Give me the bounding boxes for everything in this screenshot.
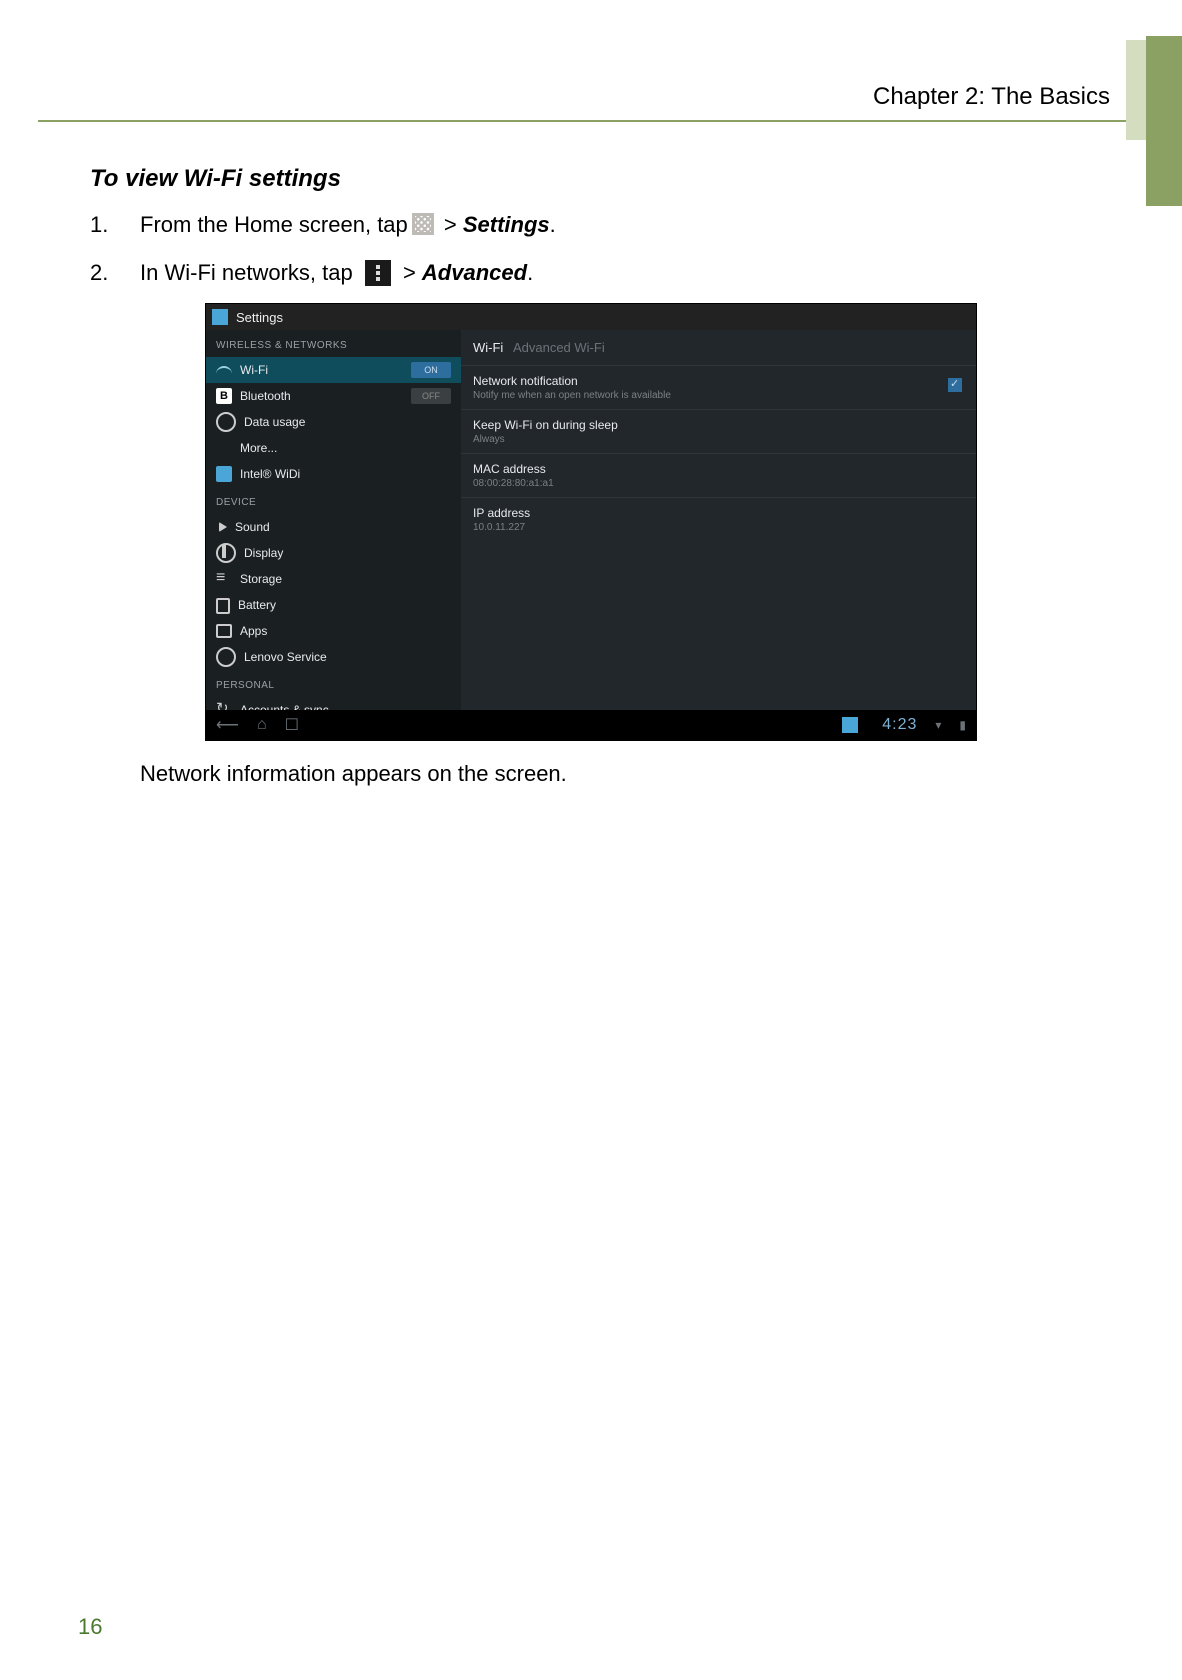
step-2-tail: . <box>527 260 533 285</box>
bluetooth-icon: B <box>216 388 232 404</box>
side-tab-light <box>1126 40 1146 140</box>
blank-icon <box>216 440 232 456</box>
opt-sub: 10.0.11.227 <box>473 522 964 533</box>
notification-icon[interactable] <box>842 717 858 733</box>
home-icon[interactable]: ⌂ <box>257 716 267 734</box>
clock: 4:23 <box>882 716 917 734</box>
step-1-bold: Settings <box>463 212 550 237</box>
checkbox-checked-icon[interactable] <box>948 378 962 392</box>
step-number: 1. <box>90 207 140 243</box>
accounts-label: Accounts & sync <box>240 703 329 710</box>
battery-status-icon: ▮ <box>959 718 966 732</box>
step-1-tail: . <box>550 212 556 237</box>
sync-icon <box>216 702 232 710</box>
crumb-wifi[interactable]: Wi-Fi <box>473 340 503 355</box>
sidebar-item-sound[interactable]: Sound <box>206 514 461 540</box>
page-number: 16 <box>78 1614 102 1640</box>
sidebar-item-bluetooth[interactable]: B Bluetooth OFF <box>206 383 461 409</box>
system-bar: ⟵ ⌂ ☐ 4:23 ▾ ▮ <box>206 710 976 740</box>
step-2: 2. In Wi-Fi networks, tap > Advanced. <box>90 255 1082 291</box>
step-1-pre: From the Home screen, tap <box>140 212 408 237</box>
opt-title: MAC address <box>473 462 964 476</box>
data-label: Data usage <box>244 415 305 429</box>
opt-ip-address: IP address 10.0.11.227 <box>461 497 976 541</box>
settings-body: WIRELESS & NETWORKS Wi-Fi ON B Bluetooth… <box>206 330 976 710</box>
step-2-sep: > <box>397 260 422 285</box>
group-wireless: WIRELESS & NETWORKS <box>206 330 461 357</box>
sidebar-item-more[interactable]: More... <box>206 435 461 461</box>
opt-mac-address: MAC address 08:00:28:80:a1:a1 <box>461 453 976 497</box>
settings-title: Settings <box>236 310 283 325</box>
section-title: To view Wi-Fi settings <box>90 165 1082 193</box>
sidebar-item-storage[interactable]: Storage <box>206 566 461 592</box>
wifi-toggle[interactable]: ON <box>411 362 451 378</box>
step-2-pre: In Wi-Fi networks, tap <box>140 260 359 285</box>
storage-label: Storage <box>240 572 282 586</box>
page: Chapter 2: The Basics To view Wi-Fi sett… <box>0 0 1182 1680</box>
storage-icon <box>216 571 232 587</box>
opt-sub: 08:00:28:80:a1:a1 <box>473 478 964 489</box>
settings-app-icon <box>212 309 228 325</box>
battery-icon <box>216 598 230 614</box>
wifi-icon <box>216 362 232 378</box>
settings-titlebar: Settings <box>206 304 976 330</box>
step-number: 2. <box>90 255 140 291</box>
step-text: From the Home screen, tap > Settings. <box>140 207 1082 243</box>
apps-label: Apps <box>240 624 267 638</box>
opt-network-notification[interactable]: Network notification Notify me when an o… <box>461 365 976 409</box>
sidebar-item-widi[interactable]: Intel® WiDi <box>206 461 461 487</box>
wifi-label: Wi-Fi <box>240 363 268 377</box>
back-icon[interactable]: ⟵ <box>216 715 239 735</box>
lenovo-icon <box>216 647 236 667</box>
caption: Network information appears on the scree… <box>140 761 1082 787</box>
apps-grid-icon <box>412 213 434 235</box>
opt-title: IP address <box>473 506 964 520</box>
data-usage-icon <box>216 412 236 432</box>
display-label: Display <box>244 546 283 560</box>
lenovo-label: Lenovo Service <box>244 650 327 664</box>
wifi-status-icon: ▾ <box>935 718 941 732</box>
sound-label: Sound <box>235 520 270 534</box>
widi-icon <box>216 466 232 482</box>
settings-sidebar: WIRELESS & NETWORKS Wi-Fi ON B Bluetooth… <box>206 330 461 710</box>
opt-title: Network notification <box>473 374 964 388</box>
crumb-advanced: Advanced Wi-Fi <box>513 340 605 355</box>
display-icon <box>216 543 236 563</box>
bluetooth-toggle[interactable]: OFF <box>411 388 451 404</box>
battery-label: Battery <box>238 598 276 612</box>
settings-detail-pane: Wi-Fi Advanced Wi-Fi Network notificatio… <box>461 330 976 710</box>
group-personal: PERSONAL <box>206 670 461 697</box>
sound-icon <box>219 522 227 532</box>
sidebar-item-wifi[interactable]: Wi-Fi ON <box>206 357 461 383</box>
opt-keep-wifi-sleep[interactable]: Keep Wi-Fi on during sleep Always <box>461 409 976 453</box>
bluetooth-label: Bluetooth <box>240 389 291 403</box>
body: To view Wi-Fi settings 1. From the Home … <box>90 165 1082 787</box>
step-text: In Wi-Fi networks, tap > Advanced. <box>140 255 1082 291</box>
opt-sub: Always <box>473 434 964 445</box>
android-settings-screenshot: Settings WIRELESS & NETWORKS Wi-Fi ON B … <box>205 303 977 741</box>
recent-icon[interactable]: ☐ <box>285 715 299 735</box>
step-1: 1. From the Home screen, tap > Settings. <box>90 207 1082 243</box>
step-2-bold: Advanced <box>422 260 527 285</box>
sidebar-item-apps[interactable]: Apps <box>206 618 461 644</box>
sidebar-item-lenovo[interactable]: Lenovo Service <box>206 644 461 670</box>
chapter-heading: Chapter 2: The Basics <box>873 83 1110 111</box>
step-1-sep: > <box>438 212 463 237</box>
sidebar-item-accounts[interactable]: Accounts & sync <box>206 697 461 710</box>
sidebar-item-display[interactable]: Display <box>206 540 461 566</box>
group-device: DEVICE <box>206 487 461 514</box>
sidebar-item-battery[interactable]: Battery <box>206 592 461 618</box>
opt-sub: Notify me when an open network is availa… <box>473 390 964 401</box>
apps-icon <box>216 624 232 638</box>
header-rule <box>38 120 1126 122</box>
overflow-menu-icon <box>365 260 391 286</box>
side-tab-dark <box>1146 36 1182 206</box>
more-label: More... <box>240 441 277 455</box>
breadcrumb: Wi-Fi Advanced Wi-Fi <box>461 330 976 365</box>
widi-label: Intel® WiDi <box>240 467 300 481</box>
sidebar-item-data[interactable]: Data usage <box>206 409 461 435</box>
opt-title: Keep Wi-Fi on during sleep <box>473 418 964 432</box>
